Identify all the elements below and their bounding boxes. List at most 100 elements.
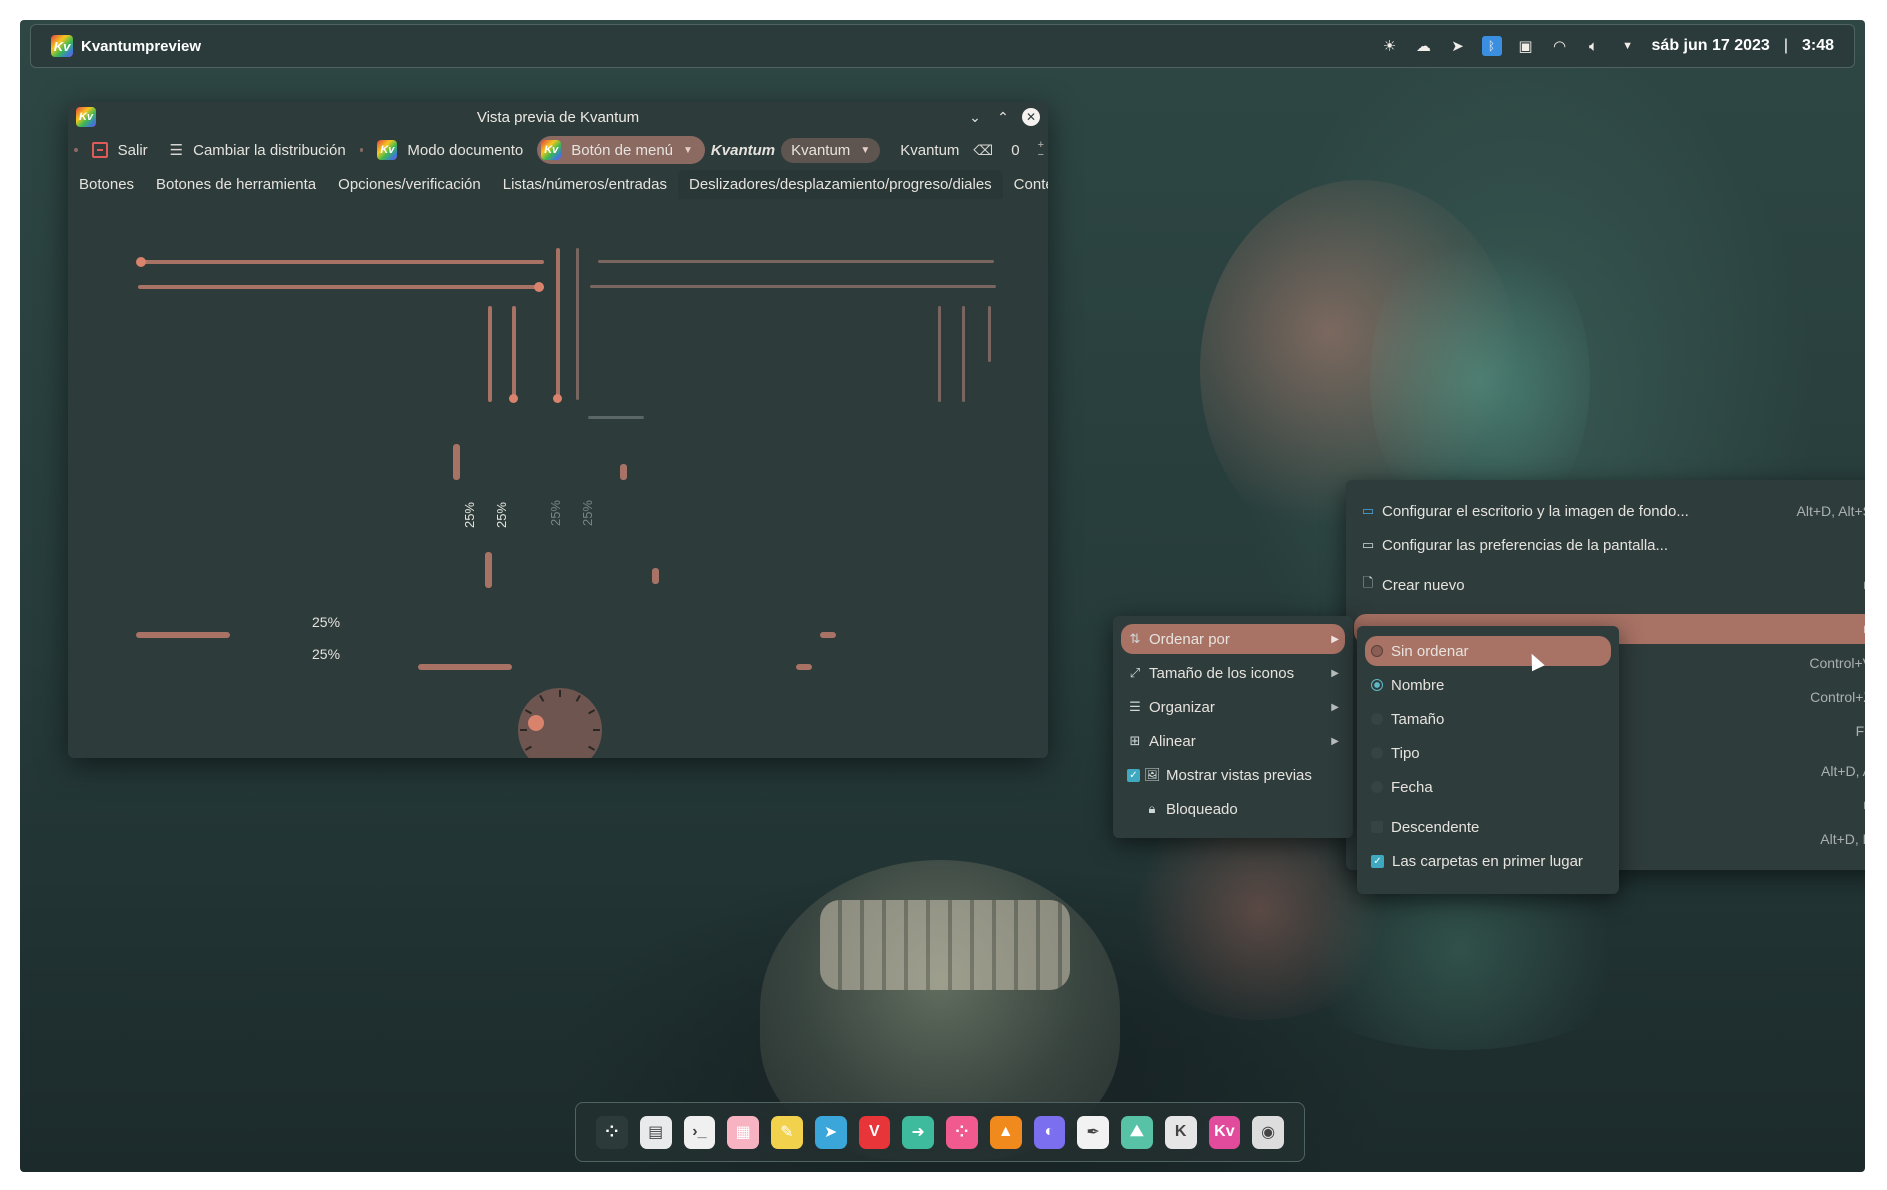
window-title: Vista previa de Kvantum [476,108,640,126]
clear-icon[interactable]: ⌫ [973,142,993,159]
terminal-icon[interactable]: ›_ [683,1115,716,1149]
vertical-scrollbar-2[interactable] [576,248,579,400]
minimize-icon[interactable]: ⌄ [966,108,984,126]
network-icon[interactable]: ➜ [902,1115,934,1149]
toolbar-handle[interactable] [74,148,78,152]
checkbox-checked-icon[interactable]: ✓ [1371,854,1384,868]
radio-icon[interactable] [1371,713,1383,725]
vertical-slider-5[interactable] [988,306,991,362]
change-layout-button[interactable]: ☰ Cambiar la distribución [162,137,354,163]
exit-button[interactable]: Salir [84,138,156,163]
submenu-arrow-icon: ▶ [1331,735,1339,747]
settings-icon[interactable]: ▤ [639,1115,672,1149]
horizontal-slider-2[interactable] [138,285,544,289]
radio-icon[interactable] [1371,781,1383,793]
menu-item-show-previews[interactable]: ✓ 🖼︎ Mostrar vistas previas [1121,760,1345,790]
menu-item-descending[interactable]: Descendente [1365,812,1611,842]
tab-tool-buttons[interactable]: Botones de herramienta [145,170,327,199]
menu-item-icon-size[interactable]: ⤢ Tamaño de los iconos ▶ [1121,658,1345,688]
horizontal-scroll-handle[interactable] [588,416,644,419]
clock-date[interactable]: sáb jun 17 2023 [1652,37,1770,55]
calendar-icon[interactable]: ▦ [727,1115,759,1149]
slider-handle[interactable] [553,394,562,403]
tab-options[interactable]: Opciones/verificación [327,170,492,199]
menu-item-type[interactable]: Tipo [1365,738,1611,768]
inkscape-icon[interactable]: ✒ [1077,1115,1109,1149]
notes-icon[interactable]: ✎ [771,1115,803,1149]
spinbox-value[interactable]: 0 [1011,142,1019,159]
grid-app-icon[interactable]: ⁘ [946,1115,978,1149]
slider-handle[interactable] [534,282,544,292]
kvantum-icon[interactable]: Kv [1208,1115,1241,1149]
menu-item-align[interactable]: ⊞ Alinear ▶ [1121,726,1345,756]
menu-item-folders-first[interactable]: ✓ Las carpetas en primer lugar [1365,846,1611,876]
menu-item-name[interactable]: Nombre [1365,670,1611,700]
horizontal-progress-bar [796,664,812,670]
vertical-scrollbar-1[interactable] [556,248,560,400]
menu-item-size[interactable]: Tamaño [1365,704,1611,734]
launcher-icon[interactable]: ⁘ [596,1115,628,1149]
menu-item-configure-desktop[interactable]: ▭ Configurar el escritorio y la imagen d… [1354,496,1865,526]
dial[interactable] [518,688,602,758]
telegram-icon[interactable]: ➤ [814,1115,847,1149]
horizontal-slider-1[interactable] [138,260,544,264]
radio-icon[interactable] [1371,747,1383,759]
menu-item-label: Nombre [1391,676,1445,694]
horizontal-slider-4[interactable] [590,285,996,288]
progress-label: 25% [312,614,341,630]
vlc-icon[interactable]: ▲ [989,1115,1022,1149]
checkbox-checked-icon[interactable]: ✓ [1127,768,1140,782]
radio-selected-icon[interactable] [1371,679,1383,691]
gradient-app-icon[interactable]: ◐ [1033,1115,1066,1149]
screenshot-icon[interactable]: ◉ [1252,1115,1284,1149]
vertical-slider-2[interactable] [512,306,516,402]
vertical-slider-4[interactable] [962,306,965,402]
menu-item-create-new[interactable]: 🗋 Crear nuevo ▶ [1354,570,1865,600]
cloud-icon[interactable]: ☁ [1414,36,1434,56]
menu-item-label: Fecha [1391,778,1433,796]
tab-lists[interactable]: Listas/números/entradas [492,170,678,199]
volume-icon[interactable]: 🔈︎ [1584,36,1604,56]
vivaldi-icon[interactable]: V [858,1115,891,1149]
dial-handle[interactable] [528,715,544,731]
spin-arrows-icon[interactable]: + − [1038,140,1044,161]
menu-item-locked[interactable]: 🔒︎ Bloqueado [1121,794,1345,824]
checkbox-icon[interactable] [1371,821,1383,833]
close-icon[interactable]: ✕ [1022,108,1040,126]
slider-handle[interactable] [509,394,518,403]
tab-buttons[interactable]: Botones [68,170,145,199]
horizontal-progress-bar [136,632,230,638]
desktop[interactable]: Kv Kvantumpreview ☀ ☁ ➤ ᛒ ▣ ◠ 🔈︎ ▼ sáb j… [20,20,1865,1172]
photos-icon[interactable]: ⛰ [1121,1115,1153,1149]
menu-item-sort-by[interactable]: ⇅ Ordenar por ▶ [1121,624,1345,654]
window-logo-icon[interactable]: Kv [76,107,96,127]
clock-time[interactable]: 3:48 [1802,37,1834,55]
menu-item-unsorted[interactable]: Sin ordenar [1365,636,1611,666]
line-edit[interactable]: Kvantum [892,138,967,163]
vertical-slider-1[interactable] [488,306,492,402]
menu-item-date[interactable]: Fecha [1365,772,1611,802]
radio-icon[interactable] [1371,645,1383,657]
kvantum-manager-icon[interactable]: K [1164,1115,1197,1149]
clipboard-icon[interactable]: ▣ [1516,36,1536,56]
bluetooth-icon[interactable]: ᛒ [1481,36,1502,56]
vertical-slider-3[interactable] [938,306,941,402]
horizontal-slider-3[interactable] [598,260,994,263]
title-bar[interactable]: Kv Vista previa de Kvantum ⌄ ⌃ ✕ [68,102,1048,132]
active-app-name[interactable]: Kvantumpreview [81,38,201,55]
kvantum-combobox[interactable]: Kvantum ▼ [781,137,881,163]
menu-item-arrange[interactable]: ☰ Organizar ▶ [1121,692,1345,722]
maximize-icon[interactable]: ⌃ [994,108,1012,126]
slider-handle[interactable] [136,257,146,267]
expand-arrow-icon[interactable]: ▼ [1618,36,1638,56]
telegram-icon[interactable]: ➤ [1448,36,1468,56]
spinbox[interactable]: ⌫ 0 + − [973,140,1044,161]
wifi-icon[interactable]: ◠ [1550,36,1570,56]
document-mode-button[interactable]: Kv Modo documento [369,136,531,164]
menu-item-configure-display[interactable]: ▭ Configurar las preferencias de la pant… [1354,530,1865,560]
kvantum-app-icon[interactable]: Kv [51,35,73,57]
tab-sliders[interactable]: Deslizadores/desplazamiento/progreso/dia… [678,169,1003,199]
tab-containers[interactable]: Contenedores [1003,170,1048,199]
menu-button[interactable]: Kv Botón de menú ▼ [537,136,705,164]
weather-icon[interactable]: ☀ [1380,36,1400,56]
